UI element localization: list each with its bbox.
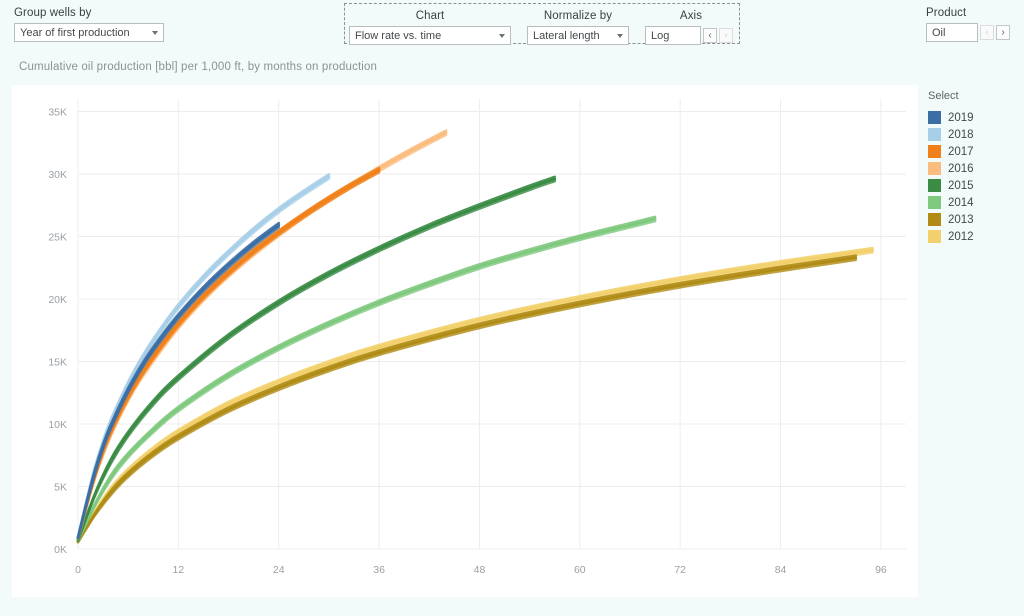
- legend-item-label: 2012: [948, 230, 974, 243]
- chevron-left-icon: ‹: [985, 26, 989, 38]
- group-wells-by-label: Group wells by: [14, 7, 92, 19]
- x-axis-tick-label: 84: [775, 564, 787, 576]
- legend-item[interactable]: 2013: [928, 211, 1018, 228]
- product-control: Product Oil ‹ ›: [926, 7, 1018, 42]
- axis-value-field[interactable]: Log: [645, 26, 701, 45]
- chart-canvas[interactable]: 0K 5K 10K 15K 20K 25K 30K 35K 0 12 24 36 48 60 72 84 96: [12, 85, 918, 597]
- chevron-right-icon: ›: [724, 29, 728, 41]
- legend: Select 2019 2018 2017 2016 2015 2014 2013 2012: [928, 90, 1018, 245]
- x-axis-tick-label: 0: [75, 564, 81, 576]
- legend-item-label: 2016: [948, 162, 974, 175]
- series-line: [76, 129, 448, 540]
- chart-type-control: Chart Flow rate vs. time: [349, 10, 511, 45]
- y-axis-tick-label: 25K: [48, 232, 67, 244]
- x-axis-tick-label: 72: [674, 564, 686, 576]
- chart-plot-card: 0K 5K 10K 15K 20K 25K 30K 35K 0 12 24 36 48 60 72 84 96: [12, 85, 918, 597]
- product-stepper: Oil ‹ ›: [926, 23, 1018, 42]
- normalize-by-control: Normalize by Lateral length: [527, 10, 629, 45]
- x-axis-tick-label: 24: [273, 564, 285, 576]
- group-wells-by-select[interactable]: Year of first production: [14, 23, 164, 42]
- chart-options-panel: Chart Flow rate vs. time Normalize by La…: [344, 3, 740, 45]
- legend-color-swatch: [928, 179, 941, 192]
- legend-item-label: 2014: [948, 196, 974, 209]
- y-axis-tick-label: 5K: [54, 482, 67, 494]
- legend-color-swatch: [928, 145, 941, 158]
- axis-control: Axis Log ‹ ›: [645, 10, 737, 45]
- chevron-right-icon: ›: [1001, 26, 1005, 38]
- legend-item-label: 2013: [948, 213, 974, 226]
- axis-next-button: ›: [719, 28, 733, 43]
- app-root: Group wells by Year of first production …: [0, 0, 1024, 616]
- y-axis-tick-label: 30K: [48, 169, 67, 181]
- series-line: [76, 219, 657, 543]
- legend-list: 2019 2018 2017 2016 2015 2014 2013 2012: [928, 109, 1018, 245]
- chevron-left-icon: ‹: [708, 29, 712, 41]
- chart-type-select[interactable]: Flow rate vs. time: [349, 26, 511, 45]
- y-axis-tick-label: 20K: [48, 294, 67, 306]
- chart-type-value: Flow rate vs. time: [355, 29, 442, 42]
- legend-item-label: 2019: [948, 111, 974, 124]
- legend-item-label: 2018: [948, 128, 974, 141]
- product-value: Oil: [932, 26, 946, 39]
- legend-color-swatch: [928, 111, 941, 124]
- legend-item-label: 2017: [948, 145, 974, 158]
- legend-title: Select: [928, 90, 959, 102]
- axis-value: Log: [651, 29, 670, 42]
- normalize-by-label: Normalize by: [543, 10, 613, 22]
- product-value-field[interactable]: Oil: [926, 23, 978, 42]
- legend-color-swatch: [928, 196, 941, 209]
- series-2016[interactable]: [76, 129, 448, 540]
- x-axis-tick-label: 12: [173, 564, 185, 576]
- x-axis-tick-label: 96: [875, 564, 887, 576]
- y-axis-tick-label: 15K: [48, 357, 67, 369]
- legend-color-swatch: [928, 213, 941, 226]
- axis-stepper: Log ‹ ›: [645, 26, 737, 45]
- legend-item[interactable]: 2016: [928, 160, 1018, 177]
- x-axis-tick-label: 60: [574, 564, 586, 576]
- normalize-by-value: Lateral length: [533, 29, 600, 42]
- legend-item[interactable]: 2019: [928, 109, 1018, 126]
- series-line-main: [76, 131, 448, 540]
- series-line: [76, 133, 448, 540]
- series-line: [76, 215, 657, 543]
- legend-item[interactable]: 2017: [928, 143, 1018, 160]
- normalize-by-select[interactable]: Lateral length: [527, 26, 629, 45]
- group-wells-by-value: Year of first production: [20, 26, 130, 39]
- chart-type-label: Chart: [415, 10, 445, 22]
- axis-prev-button[interactable]: ‹: [703, 28, 717, 43]
- y-axis-tick-label: 35K: [48, 107, 67, 119]
- series-2014[interactable]: [76, 215, 657, 543]
- chevron-down-icon: [617, 34, 623, 38]
- chevron-down-icon: [152, 31, 158, 35]
- legend-item[interactable]: 2012: [928, 228, 1018, 245]
- x-axis-tick-label: 48: [474, 564, 486, 576]
- legend-color-swatch: [928, 128, 941, 141]
- legend-item[interactable]: 2018: [928, 126, 1018, 143]
- product-next-button[interactable]: ›: [996, 25, 1010, 40]
- legend-color-swatch: [928, 230, 941, 243]
- legend-item-label: 2015: [948, 179, 974, 192]
- legend-item[interactable]: 2015: [928, 177, 1018, 194]
- axis-label: Axis: [679, 10, 703, 22]
- product-prev-button: ‹: [980, 25, 994, 40]
- y-axis-tick-label: 10K: [48, 419, 67, 431]
- y-axis-tick-label: 0K: [54, 544, 67, 556]
- series-line-main: [76, 217, 657, 543]
- x-axis-tick-label: 36: [373, 564, 385, 576]
- product-label: Product: [926, 7, 967, 19]
- legend-item[interactable]: 2014: [928, 194, 1018, 211]
- chevron-down-icon: [499, 34, 505, 38]
- legend-color-swatch: [928, 162, 941, 175]
- chart-title: Cumulative oil production [bbl] per 1,00…: [19, 61, 378, 73]
- group-wells-by-control: Group wells by Year of first production: [14, 7, 164, 42]
